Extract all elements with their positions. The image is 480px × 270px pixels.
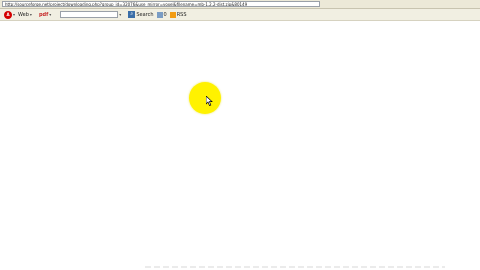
browser-window: http://sourceforge.net/project/downloadi… [0,0,480,270]
pdf-button[interactable]: pdf ▾ [39,12,51,18]
brand-button[interactable]: A ▾ [0,10,16,19]
pdf-label: pdf [38,11,49,18]
popup-blocker-button[interactable]: 0 [156,11,167,18]
rss-button[interactable]: RSS [169,11,187,18]
search-button[interactable]: ⌕ Search [128,11,154,18]
rss-icon [169,11,176,18]
cursor-highlight [189,82,221,114]
web-dropdown[interactable]: Web ▾ [18,12,32,18]
address-bar: http://sourceforge.net/project/downloadi… [0,0,480,9]
search-toolbar: A ▾ Web ▾ pdf ▾ ▾ ⌕ Search 0 RSS [0,9,480,21]
address-field[interactable]: http://sourceforge.net/project/downloadi… [2,1,320,7]
status-bar [145,266,445,268]
mouse-pointer-icon [206,96,213,106]
chevron-down-icon: ▾ [119,12,122,17]
search-input-wrap: ▾ [60,11,121,18]
chevron-down-icon: ▾ [13,12,16,17]
rss-label: RSS [176,11,187,18]
popup-blocker-icon [156,11,163,18]
search-button-label: Search [136,11,154,18]
ask-logo-icon: A [4,10,12,19]
chevron-down-icon: ▾ [29,12,32,17]
search-input[interactable] [60,11,119,18]
web-label: Web [18,11,29,18]
page-content [0,21,480,270]
popup-counter: 0 [163,11,167,18]
search-icon: ⌕ [128,11,136,18]
chevron-down-icon: ▾ [49,12,52,17]
